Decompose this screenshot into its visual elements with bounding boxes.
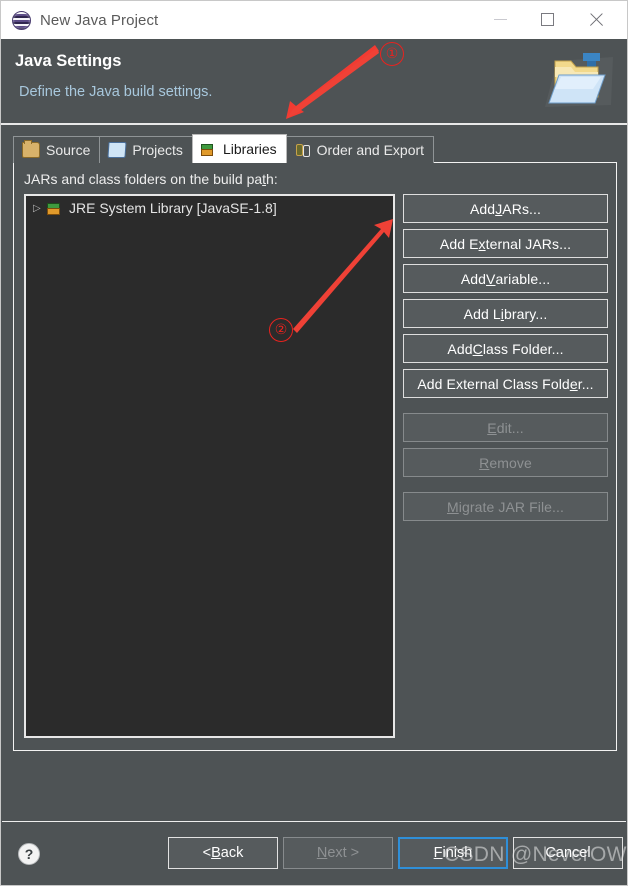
annotation-marker-2: ② <box>269 318 293 342</box>
footer-separator <box>2 821 626 822</box>
migrate-jar-file-button: Migrate JAR File... <box>403 492 608 521</box>
package-icon <box>22 140 40 158</box>
page-title: Java Settings <box>15 52 122 70</box>
add-jars-button[interactable]: Add J ARs... <box>403 194 608 223</box>
books-icon <box>200 142 217 156</box>
remove-button: Remove <box>403 448 608 477</box>
minimize-icon <box>493 19 507 20</box>
annotation-marker-1: ① <box>380 42 404 66</box>
order-export-icon <box>295 143 311 157</box>
tab-order-and-export[interactable]: Order and Export <box>285 136 435 163</box>
library-actions: Add J ARs... Add Ex ternal JARs... Add Var… <box>403 194 608 527</box>
maximize-icon <box>540 13 554 26</box>
window-title: New Java Project <box>40 11 159 29</box>
back-button[interactable]: < Back <box>168 837 278 869</box>
folder-icon <box>107 142 127 158</box>
add-library-button[interactable]: Add Li brary... <box>403 299 608 328</box>
close-icon <box>589 12 604 27</box>
java-project-folder-icon <box>545 53 613 107</box>
add-external-class-folder-button[interactable]: Add External Class Fold e r... <box>403 369 608 398</box>
tab-order-and-export-label: Order and Export <box>316 142 425 158</box>
eclipse-sphere-icon <box>12 10 31 30</box>
tab-projects-label: Projects <box>132 142 183 158</box>
edit-button: Edit... <box>403 413 608 442</box>
tab-source-label: Source <box>46 142 91 158</box>
tab-projects[interactable]: Projects <box>99 136 193 163</box>
tab-source[interactable]: Source <box>13 136 101 163</box>
tree-item-jre-system-library[interactable]: ▷ JRE System Library [JavaSE-1.8] <box>26 196 393 220</box>
tab-libraries[interactable]: Libraries <box>191 134 287 163</box>
help-icon[interactable]: ? <box>18 843 40 865</box>
next-button: Next > <box>283 837 393 869</box>
maximize-button[interactable] <box>524 1 570 38</box>
add-variable-button[interactable]: Add Variable... <box>403 264 608 293</box>
tab-libraries-label: Libraries <box>222 141 277 157</box>
jre-library-icon <box>47 201 63 215</box>
minimize-button[interactable] <box>477 1 523 38</box>
add-class-folder-button[interactable]: Add Class Folder... <box>403 334 608 363</box>
close-button[interactable] <box>573 1 619 38</box>
tree-item-label: JRE System Library [JavaSE-1.8] <box>69 200 277 216</box>
add-external-jars-button[interactable]: Add Ex ternal JARs... <box>403 229 608 258</box>
libraries-tab-panel: JARs and class folders on the build path… <box>13 162 617 751</box>
chevron-right-icon[interactable]: ▷ <box>33 203 45 214</box>
new-java-project-dialog: New Java Project Java Settings Define th… <box>0 0 628 886</box>
panel-label: JARs and class folders on the build path… <box>24 171 278 187</box>
tab-bar: Source Projects Libraries Order and Expo… <box>13 134 435 163</box>
build-path-tree[interactable]: ▷ JRE System Library [JavaSE-1.8] <box>24 194 395 738</box>
wizard-header: Java Settings Define the Java build sett… <box>1 39 627 125</box>
watermark: CSDN @NeverOW <box>444 843 627 866</box>
title-bar: New Java Project <box>1 1 627 39</box>
page-description: Define the Java build settings. <box>19 84 213 100</box>
